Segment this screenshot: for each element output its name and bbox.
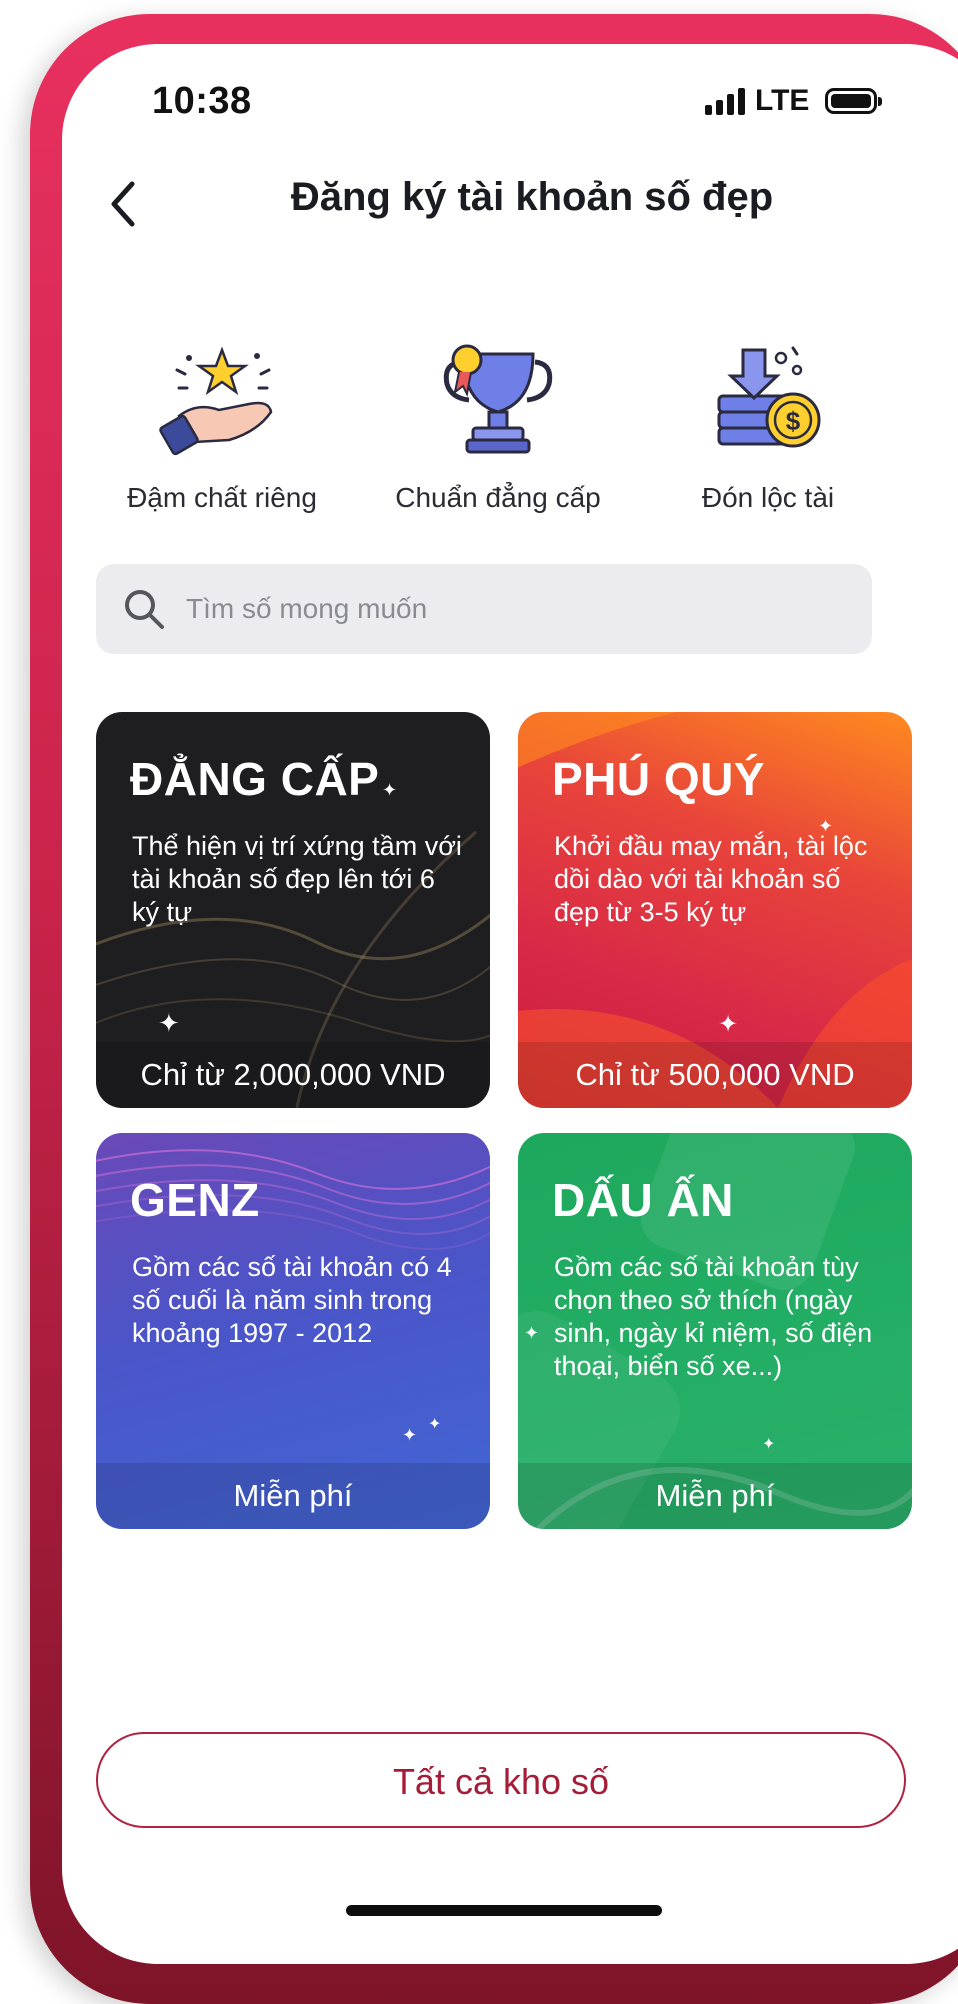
feature-prestige: Chuẩn đẳng cấp <box>378 340 618 514</box>
card-description: Gồm các số tài khoản tùy chọn theo sở th… <box>554 1252 873 1381</box>
status-time: 10:38 <box>152 80 252 122</box>
feature-unique: Đậm chất riêng <box>102 340 342 514</box>
feature-label: Đậm chất riêng <box>127 482 317 513</box>
network-label: LTE <box>755 84 810 117</box>
page-title: Đăng ký tài khoản số đẹp <box>290 175 774 219</box>
app-screen: 10:38 LTE Đăng ký tài khoản số đẹp Đậm c… <box>62 44 958 1964</box>
hand-star-icon <box>159 346 273 456</box>
card-price: Chỉ từ 2,000,000 VND <box>96 1042 490 1108</box>
search-input[interactable]: Tìm số mong muốn <box>186 593 427 625</box>
card-description: Gồm các số tài khoản có 4 số cuối là năm… <box>132 1252 452 1348</box>
svg-text:✦: ✦ <box>402 1425 417 1446</box>
card-genz[interactable]: ✦ ✦ GENZ Gồm các số tài khoản có 4 số cu… <box>96 1133 490 1529</box>
feature-label: Đón lộc tài <box>701 482 835 513</box>
svg-text:✦: ✦ <box>718 1010 738 1038</box>
all-numbers-button[interactable]: Tất cả kho số <box>96 1732 906 1828</box>
battery-icon <box>825 88 883 114</box>
search-bar[interactable]: Tìm số mong muốn <box>96 564 872 654</box>
search-icon <box>125 590 164 629</box>
svg-text:✦: ✦ <box>762 1434 775 1453</box>
feature-fortune: $ Đón lộc tài <box>648 340 888 514</box>
svg-text:$: $ <box>786 406 801 436</box>
card-description: Khởi đầu may mắn, tài lộc dồi dào với tà… <box>554 831 868 927</box>
signal-icon <box>705 87 745 115</box>
card-dau-an[interactable]: ✦ ✦ DẤU ẤN Gồm các số tài khoản tùy chọn… <box>518 1133 912 1529</box>
card-dang-cap[interactable]: ✦ ✦ ĐẲNG CẤP Thể hiện vị trí xứng tầm vớ… <box>96 712 490 1108</box>
card-title: ĐẲNG CẤP <box>130 753 380 805</box>
card-price: Miễn phí <box>96 1463 490 1529</box>
feature-label: Chuẩn đẳng cấp <box>395 482 601 513</box>
card-title: PHÚ QUÝ <box>552 753 766 805</box>
status-indicators: LTE <box>705 84 883 118</box>
svg-text:✦: ✦ <box>428 1414 441 1433</box>
card-phu-quy[interactable]: ✦ ✦ PHÚ QUÝ Khởi đầu may mắn, tài lộc dồ… <box>518 712 912 1108</box>
card-price: Chỉ từ 500,000 VND <box>518 1042 912 1108</box>
card-title: GENZ <box>130 1174 260 1226</box>
card-title: DẤU ẤN <box>552 1174 734 1226</box>
svg-text:✦: ✦ <box>382 780 397 801</box>
coin-stack-icon: $ <box>717 346 821 448</box>
svg-text:✦: ✦ <box>524 1323 539 1344</box>
card-description: Thể hiện vị trí xứng tầm với tài khoản s… <box>132 831 462 927</box>
card-price: Miễn phí <box>518 1463 912 1529</box>
svg-text:✦: ✦ <box>158 1009 180 1039</box>
trophy-icon <box>443 344 553 454</box>
home-indicator[interactable] <box>346 1905 662 1916</box>
